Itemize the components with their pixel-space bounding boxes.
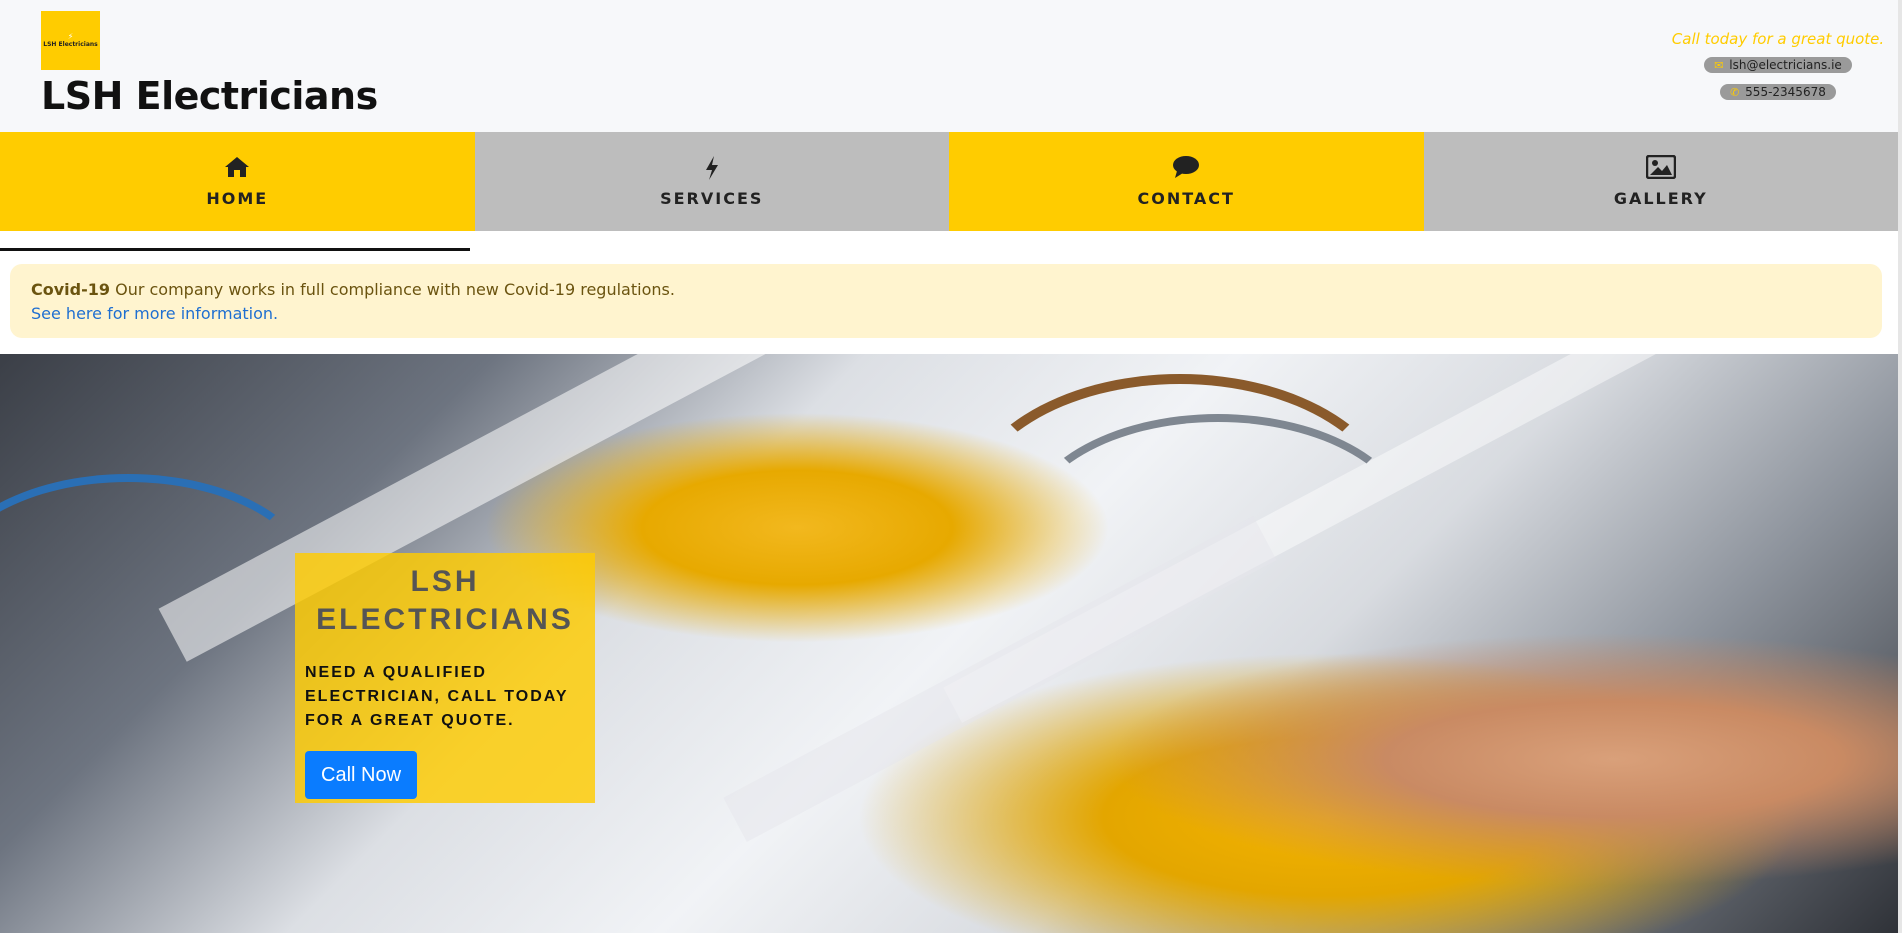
nav-label-gallery: GALLERY bbox=[1613, 189, 1708, 208]
nav-label-contact: CONTACT bbox=[1137, 189, 1235, 208]
nav-item-contact[interactable]: CONTACT bbox=[949, 132, 1424, 231]
hero-decoration bbox=[0, 474, 316, 690]
hero-banner bbox=[0, 354, 1898, 933]
speech-bubble-icon bbox=[1172, 155, 1200, 185]
scrollbar[interactable] bbox=[1898, 0, 1902, 933]
more-info-link[interactable]: See here for more information. bbox=[31, 304, 278, 323]
lightning-bolt-icon: ⚡ bbox=[67, 32, 74, 41]
home-icon bbox=[224, 155, 250, 185]
site-title: LSH Electricians bbox=[41, 74, 378, 118]
hero-title: LSH ELECTRICIANS bbox=[316, 565, 574, 636]
nav-item-home[interactable]: HOME bbox=[0, 132, 475, 231]
header-tagline: Call today for a great quote. bbox=[1671, 30, 1885, 48]
active-nav-indicator bbox=[0, 248, 470, 251]
bolt-icon bbox=[704, 155, 720, 185]
hero-decoration bbox=[1020, 414, 1416, 650]
site-header: ⚡ LSH Electricians LSH Electricians Call… bbox=[0, 0, 1898, 132]
email-text: lsh@electricians.ie bbox=[1729, 58, 1842, 72]
phone-link[interactable]: ✆ 555-2345678 bbox=[1720, 84, 1836, 100]
nav-label-home: HOME bbox=[206, 189, 269, 208]
hero-text: NEED A QUALIFIED ELECTRICIAN, CALL TODAY… bbox=[305, 664, 569, 729]
alert-title: Covid-19 bbox=[31, 280, 111, 299]
covid-alert: Covid-19 Our company works in full compl… bbox=[10, 264, 1882, 338]
site-logo[interactable]: ⚡ LSH Electricians bbox=[41, 11, 100, 70]
nav-label-services: SERVICES bbox=[660, 189, 764, 208]
contact-info: Call today for a great quote. ✉ lsh@elec… bbox=[1658, 30, 1898, 108]
logo-text: LSH Electricians bbox=[43, 41, 98, 48]
alert-line: Covid-19 Our company works in full compl… bbox=[31, 278, 1861, 302]
phone-icon: ✆ bbox=[1730, 86, 1740, 99]
call-now-button[interactable]: Call Now bbox=[305, 751, 418, 799]
phone-text: 555-2345678 bbox=[1745, 85, 1826, 99]
envelope-icon: ✉ bbox=[1714, 59, 1724, 72]
main-nav: HOME SERVICES CONTACT GALLERY bbox=[0, 132, 1898, 231]
nav-item-gallery[interactable]: GALLERY bbox=[1423, 132, 1898, 231]
picture-icon bbox=[1645, 154, 1676, 185]
hero-callout: LSH ELECTRICIANS NEED A QUALIFIED ELECTR… bbox=[295, 553, 595, 803]
alert-message: Our company works in full compliance wit… bbox=[115, 280, 675, 299]
nav-item-services[interactable]: SERVICES bbox=[474, 132, 949, 231]
email-link[interactable]: ✉ lsh@electricians.ie bbox=[1704, 57, 1852, 73]
